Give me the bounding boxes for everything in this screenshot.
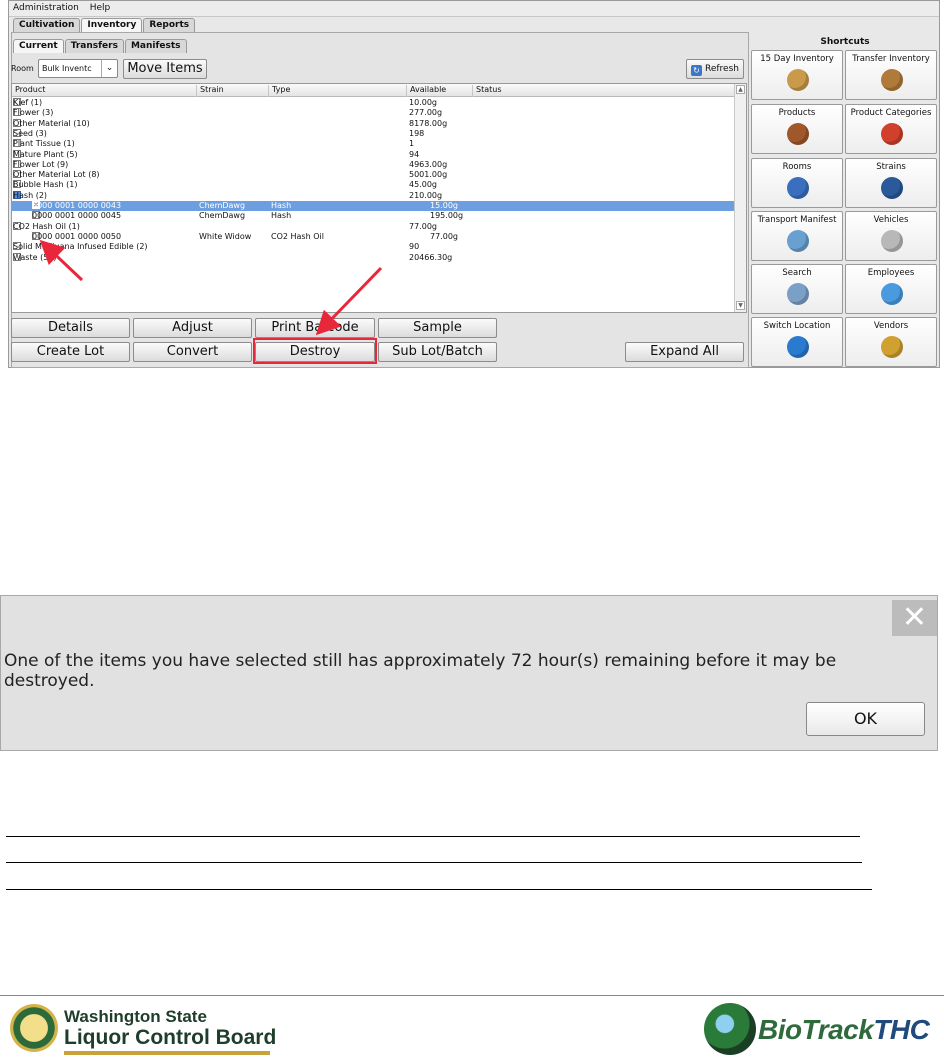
- blank-line-2: [6, 862, 862, 863]
- wslcb-name-line2: Liquor Control Board: [64, 1026, 277, 1049]
- wslcb-name-line1: Washington State: [64, 1007, 207, 1026]
- ok-button[interactable]: OK: [806, 702, 925, 736]
- wslcb-underline: [64, 1051, 270, 1055]
- checkbox-arrow: [39, 239, 84, 282]
- destroy-highlight-box: [253, 338, 377, 364]
- destroy-arrow: [315, 266, 383, 336]
- biotrack-wordmark-a: BioTrack: [758, 1014, 874, 1045]
- footer-rule: [0, 995, 944, 996]
- warning-dialog: ✕ One of the items you have selected sti…: [0, 595, 938, 751]
- close-icon[interactable]: ✕: [892, 600, 937, 636]
- dialog-message: One of the items you have selected still…: [4, 651, 837, 691]
- biotrack-wordmark: BioTrackTHC: [758, 1014, 930, 1046]
- washington-seal-logo: [10, 1004, 58, 1052]
- blank-line-3: [6, 889, 872, 890]
- biotrack-globe-logo: [704, 1003, 756, 1055]
- biotrack-wordmark-b: THC: [873, 1014, 930, 1045]
- annotation-overlay: [39, 239, 383, 364]
- blank-line-1: [6, 836, 860, 837]
